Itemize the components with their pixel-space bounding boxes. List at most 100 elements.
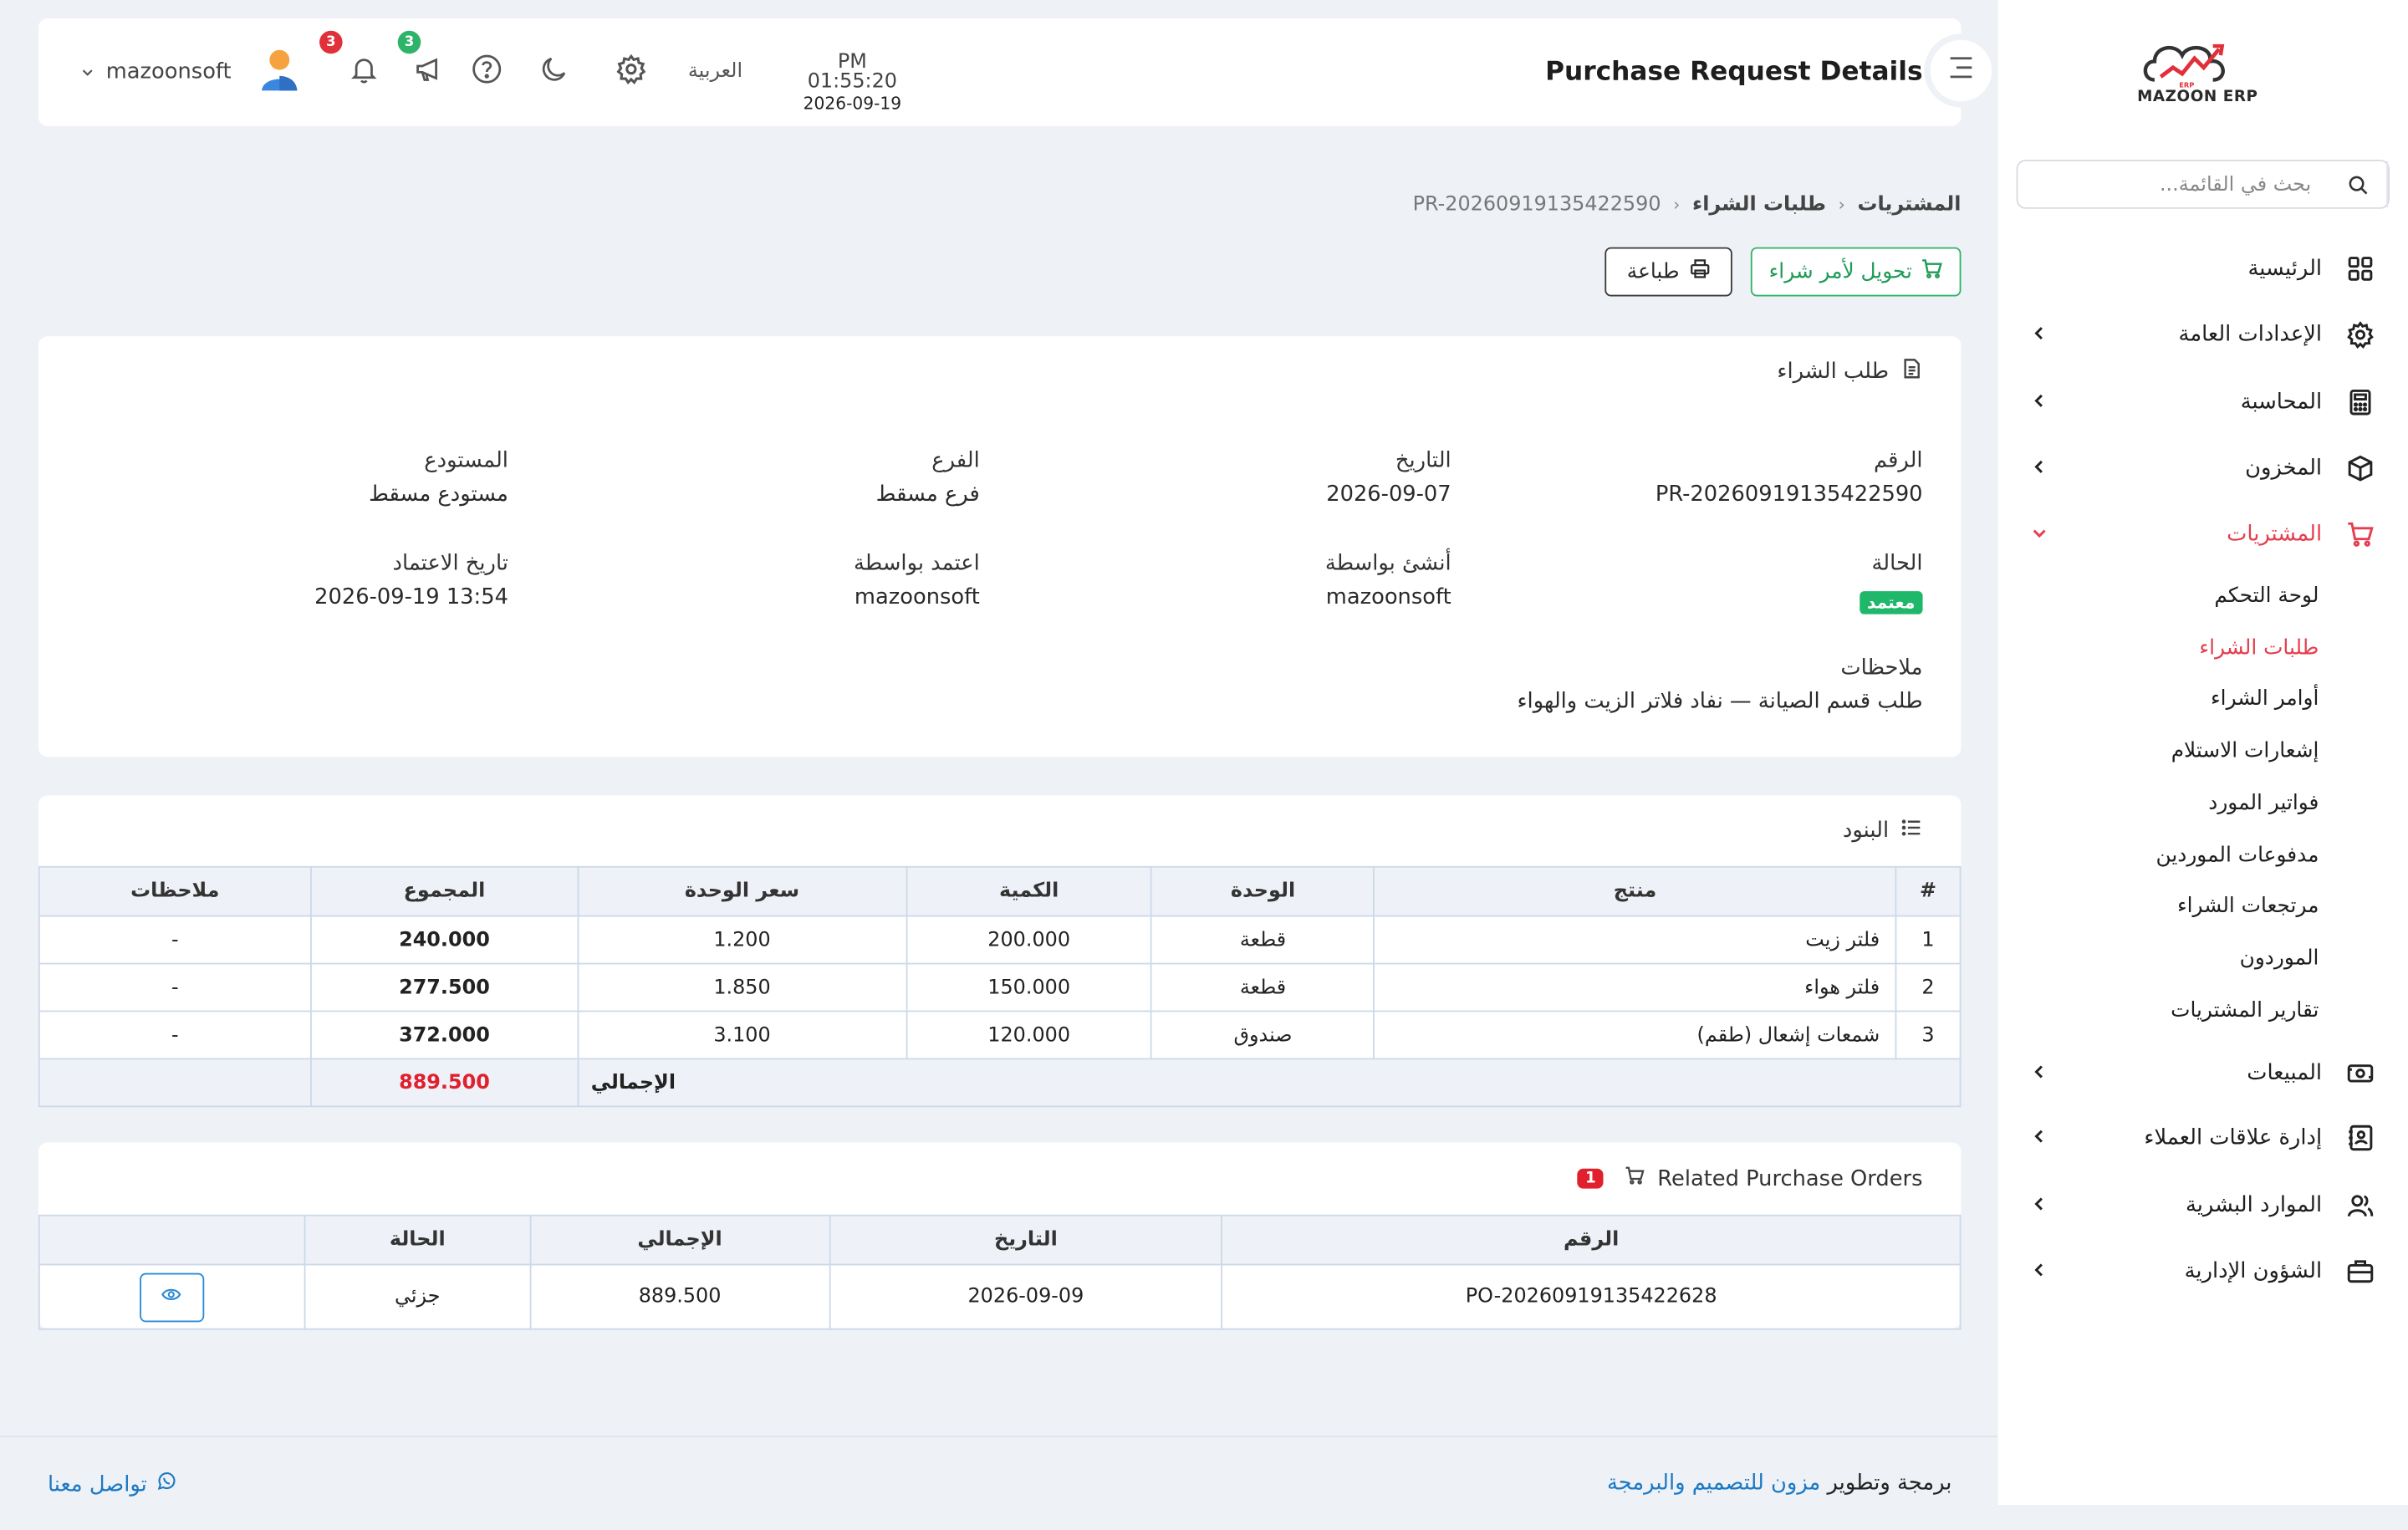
cell-order-status: جزئي [304,1263,532,1330]
footer-credit-prefix: برمجة وتطوير [1827,1471,1952,1496]
submenu-item-purchase-reports[interactable]: تقارير المشتريات [2171,998,2319,1023]
clock-time: PM 01:55:20 [807,50,897,94]
column-header: الحالة [304,1214,532,1266]
submenu-item-suppliers[interactable]: الموردون [2240,946,2319,970]
app-logo[interactable]: ERP MAZOON ERP [2133,33,2262,114]
column-header: الوحدة [1150,865,1375,917]
notifications-button[interactable]: 3 [319,18,385,126]
sidebar-item-label: المبيعات [2247,1061,2323,1086]
submenu-item-purchase-orders[interactable]: أوامر الشراء [2211,686,2319,711]
sidebar-item-purchases[interactable]: المشتريات [1998,503,2408,564]
print-button[interactable]: طباعة [1604,247,1732,297]
search-icon[interactable] [2329,161,2389,207]
sidebar-item-home[interactable]: الرئيسية [1998,238,2408,299]
sidebar-item-label: المخزون [2245,456,2323,481]
logo-mark-icon [2143,43,2225,82]
cell-unit: قطعة [1150,962,1375,1012]
cell-order-total: 889.500 [529,1263,830,1330]
field-value: مستودع مسقط [369,482,508,507]
breadcrumb-section[interactable]: طلبات الشراء [1692,193,1826,217]
menu-icon [1947,55,1975,86]
submenu-item-dashboard[interactable]: لوحة التحكم [2214,584,2319,608]
cell-empty [38,1058,312,1108]
gear-icon [2344,318,2377,351]
settings-button[interactable] [610,18,652,126]
language-switch[interactable]: العربية [688,18,742,126]
sidebar-toggle-button[interactable] [1924,33,1998,108]
help-icon [472,54,503,90]
field-value: mazoonsoft [854,584,980,610]
announcements-button[interactable]: 3 [397,18,450,126]
footer-credit: برمجة وتطوير مزون للتصميم والبرمجة [1607,1471,1951,1496]
sidebar-item-hr[interactable]: الموارد البشرية [1998,1175,2408,1236]
submenu-item-purchase-requests[interactable]: طلبات الشراء [2199,635,2319,660]
column-header: المجموع [309,865,579,917]
contact-link[interactable]: تواصل معنا [48,1471,176,1497]
field-label: تاريخ الاعتماد [392,551,508,576]
sidebar-item-label: الإعدادات العامة [2178,322,2323,348]
orders-table: الرقم التاريخ الإجمالي الحالة PO-2026091… [38,1214,1962,1330]
items-table: # منتج الوحدة الكمية سعر الوحدة المجموع … [38,865,1962,1108]
field-label: الحالة [1871,551,1923,576]
footer-credit-link[interactable]: مزون للتصميم والبرمجة [1607,1471,1820,1496]
field-label: التاريخ [1395,448,1451,473]
top-bar: Purchase Request Details PM 01:55:20 202… [38,18,1962,126]
chevron-left-icon [2017,391,2063,413]
submenu-item-supplier-payments[interactable]: مدفوعات الموردين [2155,843,2319,867]
cell-total: 372.000 [309,1010,579,1060]
card-header: البنود [1843,817,1923,844]
view-order-button[interactable] [140,1272,205,1322]
submenu-item-supplier-invoices[interactable]: فواتير المورد [2208,791,2319,815]
column-header: الكمية [905,865,1153,917]
dark-mode-toggle[interactable] [533,18,575,126]
cell-actions [38,1263,306,1330]
sidebar-item-inventory[interactable]: المخزون [1998,437,2408,498]
notifications-badge: 3 [319,30,343,54]
column-header: # [1895,865,1962,917]
chevron-down-icon [81,60,94,84]
print-label: طباعة [1626,259,1680,284]
cell-order-number[interactable]: PO-20260919135422628 [1221,1263,1962,1330]
breadcrumb: المشتريات ‹ طلبات الشراء ‹ PR-2026091913… [1413,193,1962,217]
cell-order-date: 2026-09-09 [829,1263,1223,1330]
sidebar-search-input[interactable] [2018,161,2330,207]
cell-price: 3.100 [577,1010,907,1060]
list-icon [1901,817,1923,844]
field-value: mazoonsoft [1325,584,1451,610]
items-card: البنود # منتج الوحدة الكمية سعر الوحدة ا… [38,795,1962,1108]
cell-product: فلتر زيت [1373,915,1897,965]
sidebar-item-crm[interactable]: إدارة علاقات العملاء [1998,1107,2408,1168]
chevron-left-icon [2017,1195,2063,1216]
orders-table-wrapper: الرقم التاريخ الإجمالي الحالة PO-2026091… [38,1214,1962,1330]
submenu-item-purchase-returns[interactable]: مرتجعات الشراء [2177,894,2319,918]
card-header: طلب الشراء [1777,358,1922,385]
sidebar-item-settings[interactable]: الإعدادات العامة [1998,304,2408,365]
sidebar-item-label: إدارة علاقات العملاء [2144,1125,2323,1150]
contact-label: تواصل معنا [47,1471,147,1497]
grid-icon [2344,252,2377,285]
breadcrumb-root[interactable]: المشتريات [1857,193,1961,217]
total-label: الإجمالي [577,1058,1962,1108]
field-branch: الفرع فرع مسقط [876,448,980,507]
sidebar-item-admin[interactable]: الشؤون الإدارية [1998,1241,2408,1302]
field-label: المستودع [424,448,508,473]
chevron-down-icon [2017,523,2063,545]
contacts-icon [2344,1121,2377,1155]
cell-total: 240.000 [309,915,579,965]
field-label: الفرع [931,448,980,473]
chevron-left-icon [2017,1261,2063,1283]
table-total-row: الإجمالي 889.500 [38,1058,1962,1108]
request-details-card: طلب الشراء الرقم PR-20260919135422590 ال… [38,336,1962,757]
sidebar-item-sales[interactable]: المبيعات [1998,1043,2408,1104]
field-value: طلب قسم الصيانة — نفاد فلاتر الزيت والهو… [1517,689,1923,715]
submenu-item-receipt-notes[interactable]: إشعارات الاستلام [2171,738,2319,762]
calculator-icon [2344,385,2377,419]
sidebar-item-accounting[interactable]: المحاسبة [1998,371,2408,432]
field-label: أنشئ بواسطة [1324,551,1451,576]
table-row: PO-20260919135422628 2026-09-09 889.500 … [38,1263,1962,1330]
convert-to-order-button[interactable]: تحويل لأمر شراء [1750,247,1962,297]
chevron-left-icon [2017,1127,2063,1149]
user-menu[interactable]: mazoonsoft [81,18,298,126]
help-button[interactable] [466,18,508,126]
table-header-row: الرقم التاريخ الإجمالي الحالة [38,1214,1962,1266]
